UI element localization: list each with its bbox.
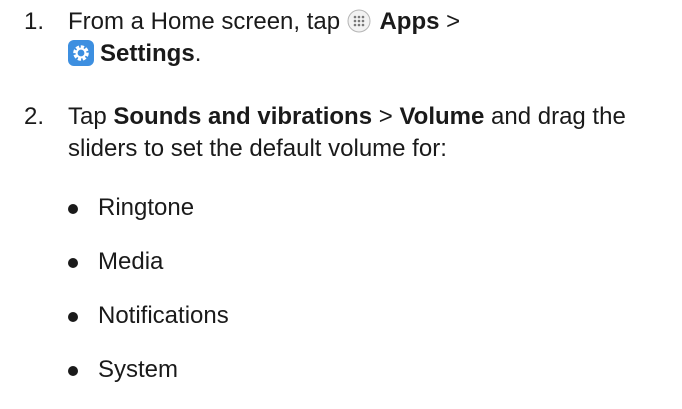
step-1-body: From a Home screen, tap Apps > Settings. (68, 6, 674, 70)
list-item: Notifications (68, 301, 229, 331)
list-item-label: Ringtone (98, 194, 195, 221)
bullet-icon (68, 204, 78, 214)
apps-label: Apps (379, 8, 440, 35)
bullet-icon (68, 312, 78, 322)
step-1-number: 1. (24, 8, 45, 35)
step-1-intro: From a Home screen, tap (68, 8, 341, 35)
step-2-number: 2. (24, 103, 45, 130)
volume-label: Volume (399, 103, 485, 130)
list-item: System (68, 355, 229, 385)
list-item-label: System (98, 356, 179, 383)
step-1: 1. From a Home screen, tap Apps > Settin… (24, 6, 674, 70)
settings-gear-icon (68, 40, 94, 66)
step-2-tap: Tap (68, 103, 107, 130)
list-item: Media (68, 247, 229, 277)
step-1-end: . (194, 40, 202, 67)
step-1-separator: > (446, 8, 461, 35)
bullet-icon (68, 366, 78, 376)
apps-grid-icon (347, 9, 371, 33)
sounds-and-vibrations-label: Sounds and vibrations (113, 103, 373, 130)
list-item-label: Notifications (98, 302, 229, 329)
volume-types-list: Ringtone Media Notifications System (68, 193, 229, 409)
list-item-label: Media (98, 248, 164, 275)
step-2-separator: > (378, 103, 393, 130)
bullet-icon (68, 258, 78, 268)
step-2-body: Tap Sounds and vibrations > Volume and d… (68, 101, 674, 165)
step-2: 2. Tap Sounds and vibrations > Volume an… (24, 101, 674, 165)
settings-label: Settings (100, 40, 195, 67)
list-item: Ringtone (68, 193, 229, 223)
instructions-document: 1. From a Home screen, tap Apps > Settin… (0, 0, 682, 389)
